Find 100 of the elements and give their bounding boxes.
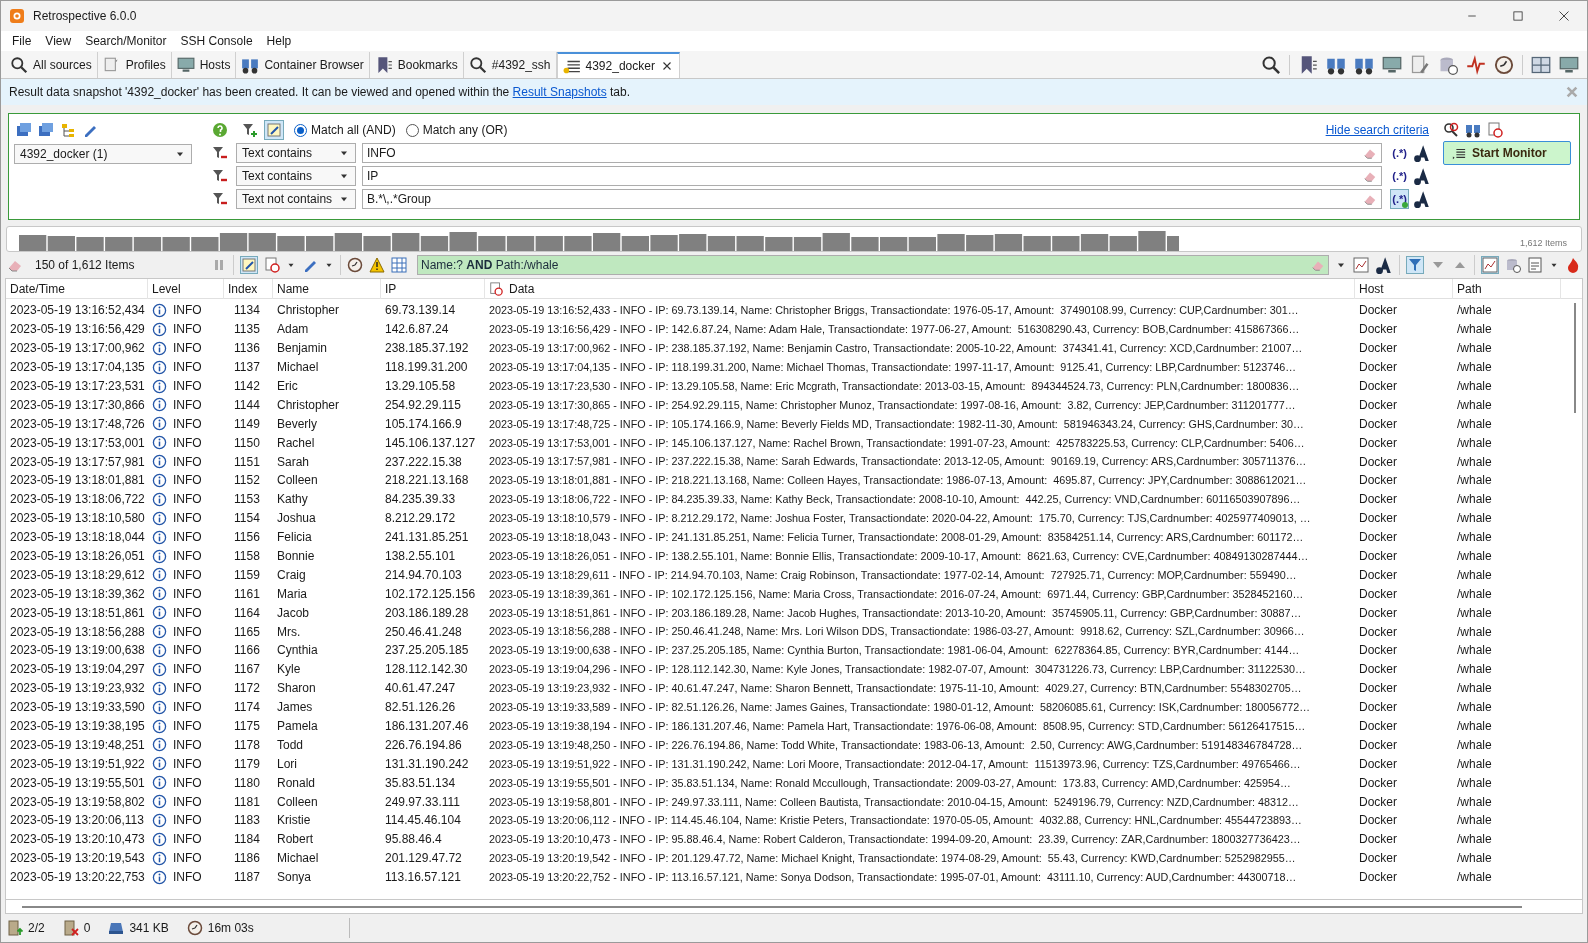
font-icon[interactable] <box>1375 256 1393 274</box>
table-cell-text: 226.76.194.86 <box>385 736 462 754</box>
chart-icon <box>1482 257 1498 273</box>
table-cell-text: 2023-05-19 13:17:53,001 - INFO - IP: 145.106.137.127, Name: Rachel Brown, Transactiondate: 1991-07-23, Amount: 425783225.53, Currency: CLP,Cardnumber: 5406… <box>489 435 1305 451</box>
edit-icon[interactable] <box>264 120 284 140</box>
table-cell-text: INFO <box>173 623 202 641</box>
table-cell-text: 2023-05-19 13:18:26,051 <box>10 548 145 565</box>
binoculars-icon[interactable] <box>1465 122 1481 138</box>
monitor-icon[interactable] <box>1559 55 1579 75</box>
column-header[interactable]: Name <box>277 279 309 298</box>
tab[interactable]: All sources <box>5 52 98 78</box>
search-add-icon[interactable] <box>1261 55 1281 75</box>
report-icon[interactable] <box>1353 257 1369 273</box>
table-cell-text: 2023-05-19 13:19:00,638 - INFO - IP: 237.25.205.185, Name: Cynthia Burton, Transactiondate: 1981-06-04, Amount: 62278364.85, Currency: BYR,Cardnumber: 4144… <box>489 643 1300 659</box>
table-cell-text: 254.92.29.115 <box>385 396 461 414</box>
criteria-input[interactable]: B.*\,.*Group <box>362 189 1383 209</box>
table-cell-text: 2023-05-19 13:20:19,542 - INFO - IP: 201.129.47.72, Name: Michael Knight, Transactiondate: 1974-08-29, Amount: 55.43, Currency: KWD,Cardnumber: 5252982955… <box>489 851 1296 867</box>
tab[interactable]: Hosts <box>171 52 237 78</box>
database-icon[interactable] <box>1438 55 1458 75</box>
menu-item[interactable]: Search/Monitor <box>78 32 174 50</box>
table-cell-text: Colleen <box>277 472 318 490</box>
result-snapshots-link[interactable]: Result Snapshots <box>512 85 607 99</box>
table-cell-text: Kyle <box>277 661 301 679</box>
table-cell-text: 2023-05-19 13:17:57,981 <box>10 453 145 471</box>
info-icon <box>152 737 167 753</box>
table-cell-text: Jacob <box>277 604 310 622</box>
column-header[interactable]: Path <box>1457 279 1482 298</box>
clear-column-icon[interactable] <box>489 281 503 296</box>
database-icon[interactable] <box>1505 257 1521 273</box>
table-cell-text: Docker <box>1359 680 1397 698</box>
tab[interactable]: 4392_docker <box>556 52 680 78</box>
remove-filter-icon[interactable] <box>212 168 228 184</box>
table-cell-text: 2023-05-19 13:20:19,543 <box>10 850 145 868</box>
wrap-icon[interactable] <box>240 256 258 274</box>
remove-filter-icon[interactable] <box>212 145 228 161</box>
match-radio[interactable]: Match any (OR) <box>405 121 508 139</box>
table-cell-text: INFO <box>173 812 202 830</box>
folder-icon[interactable] <box>16 122 32 138</box>
info-icon <box>152 529 167 545</box>
tab[interactable]: Profiles <box>97 52 172 78</box>
notes-icon <box>241 257 257 273</box>
menu-item[interactable]: Help <box>259 32 299 50</box>
clear-search-icon[interactable] <box>1443 122 1459 138</box>
tab[interactable]: Container Browser <box>236 52 370 78</box>
source-dropdown[interactable]: 4392_docker (1) <box>14 144 192 164</box>
remove-filter-icon[interactable] <box>212 191 228 207</box>
clock-icon[interactable] <box>1494 55 1514 75</box>
match-radio[interactable]: Match all (AND) <box>294 121 396 139</box>
criteria-input[interactable]: INFO <box>362 143 1383 163</box>
table-cell-text: /whale <box>1457 623 1492 641</box>
tab[interactable]: Bookmarks <box>369 52 464 78</box>
criteria-input[interactable]: IP <box>362 166 1383 186</box>
operator-dropdown[interactable]: Text not contains <box>236 189 356 209</box>
table-cell-text: Docker <box>1359 566 1397 584</box>
menu-item[interactable]: View <box>38 32 79 50</box>
table-cell-text: Ronald <box>277 774 316 792</box>
clock-icon[interactable] <box>347 257 363 273</box>
operator-dropdown[interactable]: Text contains <box>236 143 356 163</box>
hide-search-criteria-link[interactable]: Hide search criteria <box>1325 121 1429 139</box>
table-cell-text: 1149 <box>234 415 260 433</box>
column-header[interactable]: Level <box>152 279 181 298</box>
column-header[interactable]: Date/Time <box>10 279 65 298</box>
font-icon[interactable] <box>1413 190 1431 208</box>
pulse-icon[interactable] <box>1466 55 1486 75</box>
monitor-icon[interactable] <box>1382 55 1402 75</box>
csv-icon[interactable] <box>1527 257 1543 273</box>
table-cell-text: 2023-05-19 13:19:00,638 <box>10 642 145 660</box>
table-cell-text: Docker <box>1359 396 1397 414</box>
start-monitor-button[interactable]: Start Monitor <box>1443 141 1571 165</box>
operator-dropdown[interactable]: Text contains <box>236 166 356 186</box>
column-header[interactable]: IP <box>385 279 397 298</box>
warning-icon[interactable] <box>369 257 385 273</box>
chart-toggle[interactable] <box>1481 256 1499 274</box>
table-cell-text: 95.88.46.4 <box>385 831 442 849</box>
clear-icon[interactable] <box>264 257 280 273</box>
document-icon[interactable] <box>1410 55 1430 75</box>
vertical-scrollbar[interactable] <box>1574 303 1576 413</box>
query-field[interactable]: Name:? AND Path:/whale <box>417 255 1329 275</box>
column-header[interactable]: Index <box>228 279 258 298</box>
table-cell-text: /whale <box>1457 359 1492 377</box>
horizontal-scrollbar[interactable] <box>22 905 1522 908</box>
table-cell-text: 2023-05-19 13:17:00,962 - INFO - IP: 238.185.37.192, Name: Benjamin Castro, Transactiondate: 2005-10-22, Amount: 374341.41, Currency: XCD,Cardnumber: 21007… <box>489 341 1303 357</box>
menu-item[interactable]: File <box>5 32 39 50</box>
tab[interactable]: #4392_ssh <box>463 52 557 78</box>
layout-icon[interactable] <box>1531 55 1551 75</box>
filter-toggle[interactable] <box>1406 256 1424 274</box>
regex-toggle[interactable]: (.*) <box>1390 143 1409 163</box>
grid-icon[interactable] <box>391 257 407 273</box>
cancel-icon[interactable] <box>1487 122 1503 138</box>
table-cell-text: 2023-05-19 13:18:10,579 - INFO - IP: 8.212.29.172, Name: Joshua Foster, Transactiondate: 2020-04-22, Amount: 175.70, Currency: TJS,Cardnumber: 4025977409013, … <box>489 511 1311 527</box>
clock-icon <box>186 920 203 936</box>
font-icon[interactable] <box>1413 167 1431 185</box>
menu-item[interactable]: SSH Console <box>173 32 260 50</box>
column-header[interactable]: Data <box>509 279 535 298</box>
regex-toggle[interactable]: (.*) <box>1390 166 1409 186</box>
column-header[interactable]: Host <box>1359 279 1384 298</box>
help-icon[interactable] <box>212 122 228 138</box>
folders-icon[interactable] <box>38 122 54 138</box>
font-icon[interactable] <box>1413 144 1431 162</box>
add-filter-icon[interactable] <box>242 122 258 138</box>
